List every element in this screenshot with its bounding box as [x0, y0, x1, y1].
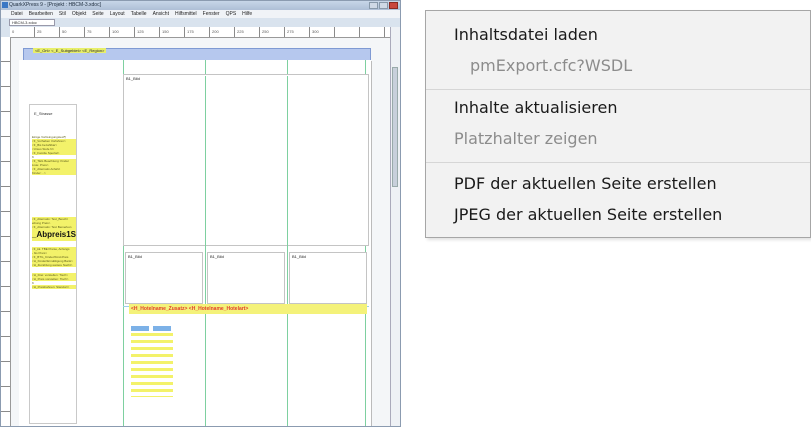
text-line: <H_Preisbahnen: Standort> — [32, 285, 76, 289]
text-line: Kinder: ..> — [32, 171, 76, 175]
ruler-number: 300 — [312, 29, 319, 34]
horizontal-ruler[interactable]: 0 25 50 75 100 125 150 175 200 225 250 2… — [10, 27, 390, 38]
menu-ansicht[interactable]: Ansicht — [153, 10, 169, 18]
window-titlebar: QuarkXPress 9 - [Projekt : HBCM-3.xdoc] — [1, 1, 400, 10]
ruler-number: 25 — [37, 29, 42, 34]
layout-page[interactable]: E_Strasse Einige Vorl/eingungstext¶ <F_V… — [19, 60, 371, 426]
app-icon — [2, 2, 8, 8]
menu-stil[interactable]: Stil — [59, 10, 66, 18]
menu-qps[interactable]: QPS — [226, 10, 237, 18]
menu-separator — [426, 162, 810, 163]
vertical-ruler[interactable] — [1, 37, 11, 426]
menu-hilfe[interactable]: Hilfe — [242, 10, 252, 18]
frame-label: B1_Bild — [292, 254, 306, 259]
menu-hilfsmittel[interactable]: Hilfsmittel — [175, 10, 197, 18]
picture-frame-1[interactable]: B1_Bild — [125, 252, 203, 304]
menu-bearbeiten[interactable]: Bearbeiten — [29, 10, 53, 18]
menu-datei[interactable]: Datei — [11, 10, 23, 18]
text-line: <H_Zuzahlung weitere Nacht> — [32, 263, 76, 267]
strasse-placeholder: E_Strasse — [34, 111, 53, 116]
menu-separator — [426, 89, 810, 90]
column-guide — [205, 76, 206, 246]
sidebar-text-frame[interactable]: E_Strasse Einige Vorl/eingungstext¶ <F_V… — [29, 104, 77, 424]
menu-item-inhalte-aktualisieren[interactable]: Inhalte aktualisieren — [454, 98, 617, 118]
ruler-number: 250 — [262, 29, 269, 34]
menu-item-platzhalter-zeigen: Platzhalter zeigen — [454, 129, 598, 148]
frame-label: B1_Bild — [126, 76, 140, 81]
ruler-number: 200 — [212, 29, 219, 34]
picture-frame-main[interactable]: B1_Bild — [123, 74, 369, 246]
menu-bar: Datei Bearbeiten Stil Objekt Seite Layou… — [1, 10, 400, 18]
menu-item-jpeg-export[interactable]: JPEG der aktuellen Seite erstellen — [454, 205, 722, 225]
picture-frame-2[interactable]: B1_Bild — [207, 252, 285, 304]
hotel-name-line[interactable]: <H_Hotelname_Zusatz> <H_Hotelname_Hotela… — [129, 304, 367, 314]
ruler-number: 50 — [62, 29, 67, 34]
tag-marker — [131, 326, 149, 331]
tag-marker — [153, 326, 171, 331]
frame-label: B1_Bild — [210, 254, 224, 259]
maximize-button[interactable] — [379, 2, 388, 9]
ruler-number: 0 — [12, 29, 15, 34]
menu-item-pdf-export[interactable]: PDF der aktuellen Seite erstellen — [454, 174, 717, 194]
frame-label: B1_Bild — [128, 254, 142, 259]
quarkxpress-window: QuarkXPress 9 - [Projekt : HBCM-3.xdoc] … — [0, 0, 401, 427]
sidebar-text-block: <H_Drei: vorstellen: Tisch> <H_Preis vor… — [32, 273, 76, 289]
pasteboard[interactable]: <E_Ort> <_E_Subgebiet> <E_Region> E_Stra… — [11, 38, 391, 426]
column-guide — [287, 76, 288, 246]
document-tab[interactable]: HBCM-3.xdoc — [9, 19, 55, 26]
menu-layout[interactable]: Layout — [110, 10, 125, 18]
window-controls — [369, 2, 398, 9]
ruler-number: 100 — [112, 29, 119, 34]
menu-item-inhaltsdatei-laden[interactable]: Inhaltsdatei laden — [454, 25, 598, 45]
hotel-text-frame[interactable] — [131, 333, 173, 397]
menu-objekt[interactable]: Objekt — [72, 10, 86, 18]
menu-tabelle[interactable]: Tabelle — [131, 10, 147, 18]
close-button[interactable] — [389, 2, 398, 9]
picture-frame-3[interactable]: B1_Bild — [289, 252, 367, 304]
window-title: QuarkXPress 9 - [Projekt : HBCM-3.xdoc] — [9, 2, 101, 8]
ruler-number: 275 — [287, 29, 294, 34]
sidebar-text-block: Einige Vorl/eingungstext¶ <F_Vorhaben Vo… — [32, 135, 76, 175]
ruler-number: 150 — [162, 29, 169, 34]
menu-item-wsdl-source: pmExport.cfc?WSDL — [470, 56, 633, 75]
ruler-number: 225 — [237, 29, 244, 34]
ruler-number: 75 — [87, 29, 92, 34]
minimize-button[interactable] — [369, 2, 378, 9]
context-menu: Inhaltsdatei laden pmExport.cfc?WSDL Inh… — [425, 10, 811, 238]
scrollbar-thumb[interactable] — [392, 67, 398, 187]
ruler-number: 125 — [137, 29, 144, 34]
menu-fenster[interactable]: Fenster — [203, 10, 220, 18]
vertical-scrollbar[interactable] — [390, 27, 400, 426]
header-placeholder-tags[interactable]: <E_Ort> <_E_Subgebiet> <E_Region> — [33, 48, 107, 53]
abpreis-placeholder: _Abpreis1S — [32, 229, 77, 241]
ruler-number: 175 — [187, 29, 194, 34]
menu-seite[interactable]: Seite — [92, 10, 103, 18]
sidebar-text-block: <F_kk. TBE Preise, Anfangs - bis Preis> … — [32, 247, 76, 267]
